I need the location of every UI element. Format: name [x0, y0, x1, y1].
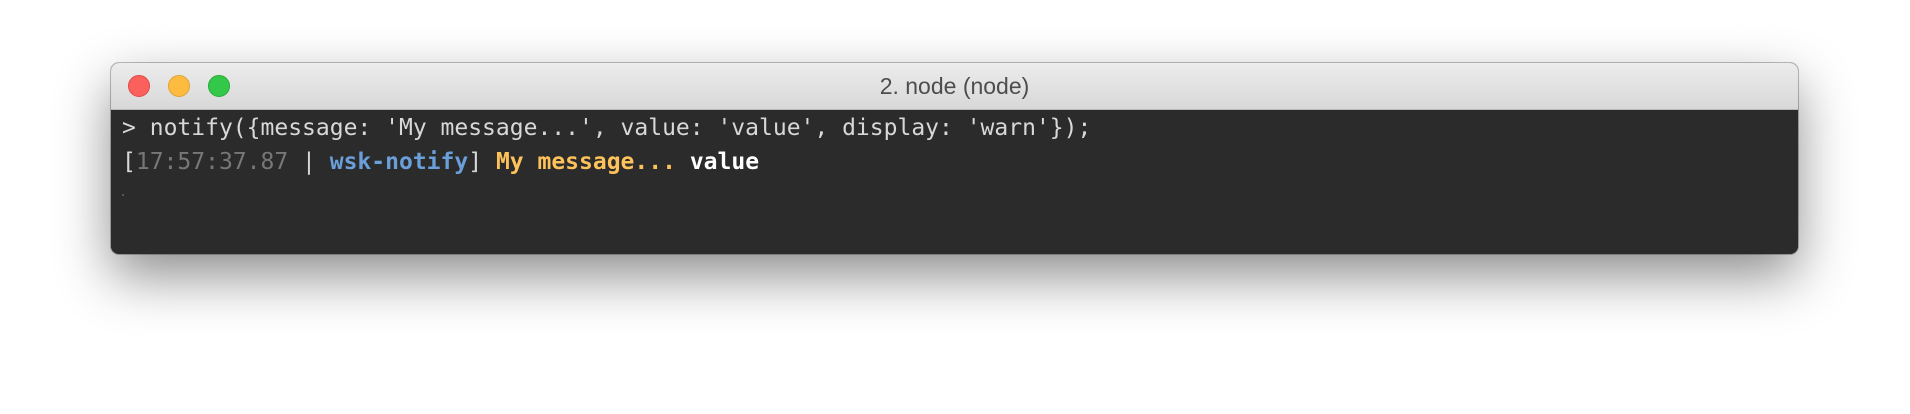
log-tag: wsk-notify	[329, 149, 469, 175]
bracket-open: [	[122, 149, 136, 175]
prompt-symbol: >	[122, 115, 136, 141]
command-line: > notify({message: 'My message...', valu…	[122, 111, 1091, 145]
command-text: notify({message: 'My message...', value:…	[149, 115, 1092, 141]
log-message: My message...	[495, 149, 676, 175]
output-line: [17:57:37.87 | wsk-notify] My message...…	[122, 145, 759, 179]
timestamp: 17:57:37.87	[135, 149, 289, 175]
log-value: value	[689, 149, 760, 175]
title-bar[interactable]: 2. node (node)	[111, 63, 1798, 110]
bracket-close: ]	[468, 149, 483, 175]
separator: |	[288, 149, 330, 175]
window-title: 2. node (node)	[879, 73, 1030, 99]
terminal-content[interactable]: > notify({message: 'My message...', valu…	[111, 110, 1798, 254]
cursor	[122, 194, 124, 196]
terminal-window: 2. node (node) > notify({message: 'My me…	[111, 63, 1798, 254]
